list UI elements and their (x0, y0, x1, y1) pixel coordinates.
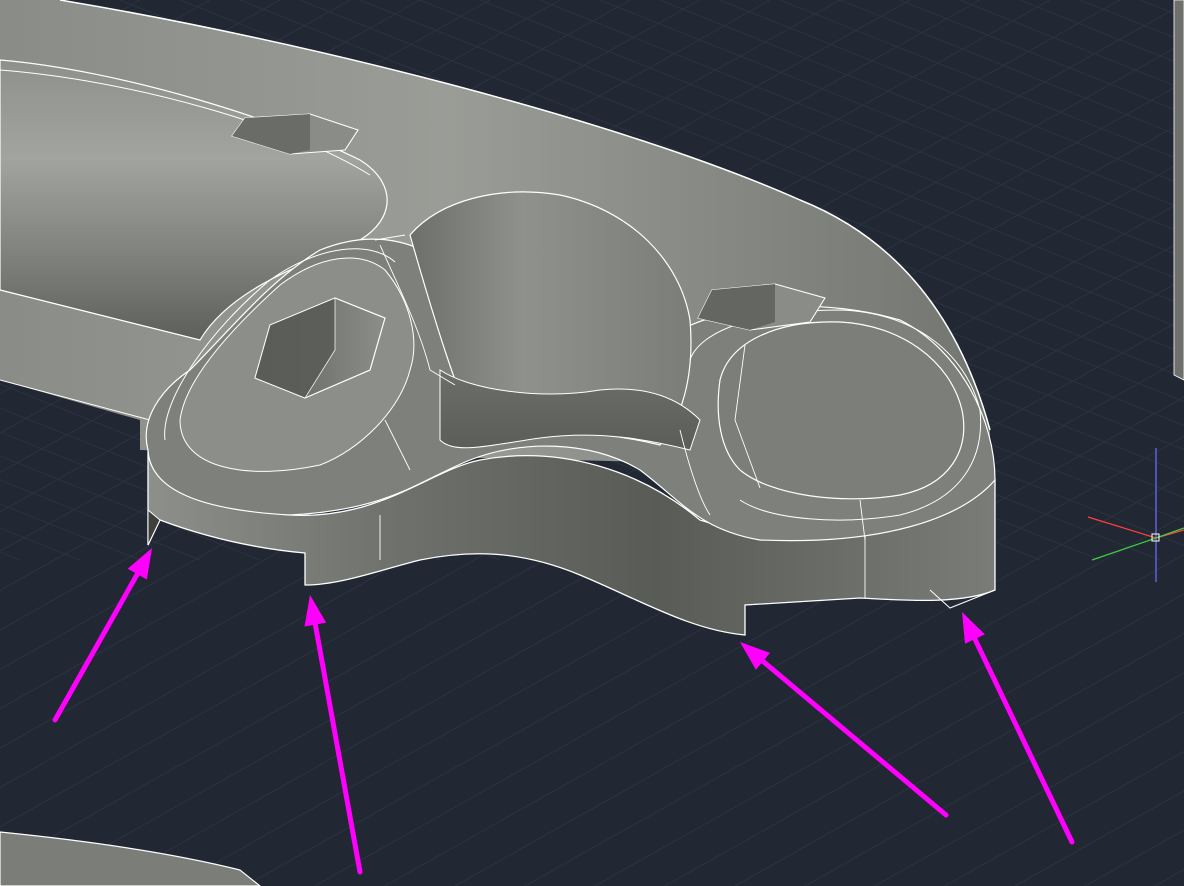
magenta-arrow-icon (52, 571, 140, 723)
magenta-arrow-head-icon (304, 595, 327, 627)
magenta-arrow-icon (760, 658, 949, 818)
part-lower-segment (0, 831, 261, 886)
grid-line (1013, 790, 1184, 886)
magenta-arrow-icon (972, 636, 1075, 845)
magenta-arrow-head-icon (127, 548, 152, 580)
grid-line (1083, 829, 1184, 886)
magenta-arrow-icon (312, 622, 363, 875)
part-right-edge-sliver (1173, 0, 1184, 381)
model-space-viewport[interactable] (0, 0, 1184, 886)
magenta-arrow-head-icon (962, 612, 985, 644)
grid-line (1079, 0, 1184, 43)
solid-model-part[interactable] (0, 0, 996, 636)
model-canvas (0, 0, 1184, 886)
